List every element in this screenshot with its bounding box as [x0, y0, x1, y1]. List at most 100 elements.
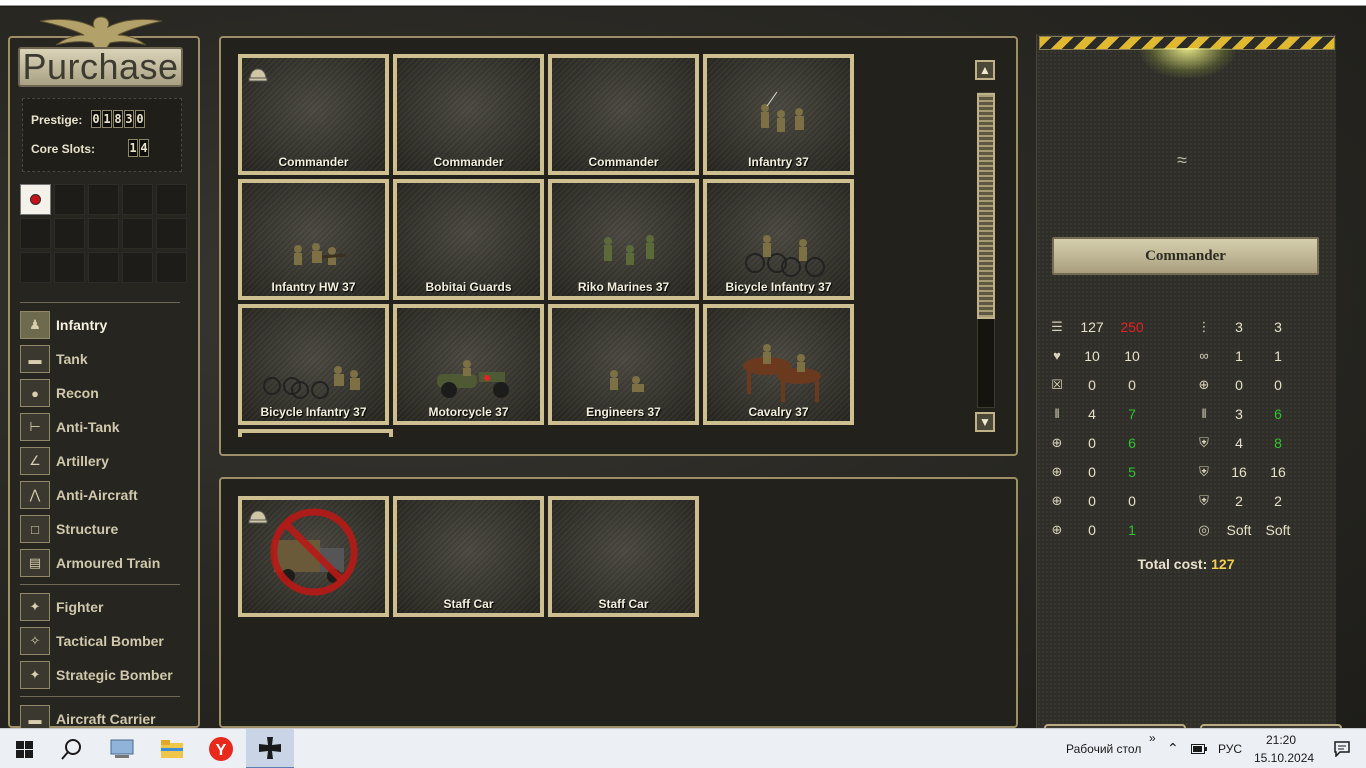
notifications-icon[interactable] — [1318, 729, 1366, 768]
desktop-toolbar-label[interactable]: Рабочий стол — [1066, 742, 1141, 756]
category-label: Structure — [56, 521, 119, 537]
clock-date[interactable]: 15.10.2024 — [1254, 751, 1314, 765]
transport-card[interactable]: Staff Car — [393, 496, 544, 617]
clock-time[interactable]: 21:20 — [1266, 733, 1296, 747]
category-artillery[interactable]: ∠ Artillery — [20, 446, 109, 476]
unit-card[interactable]: Commander — [548, 54, 699, 175]
category-label: Artillery — [56, 453, 109, 469]
stat-fuel: ☒ 0 0 — [1048, 375, 1136, 395]
strategic-bomber-icon: ✦ — [20, 661, 50, 689]
unit-card[interactable]: Commander — [393, 54, 544, 175]
unit-name: Motorcycle 37 — [428, 405, 509, 419]
flag-slot — [122, 184, 153, 215]
stat-value: 0 — [1274, 377, 1282, 393]
stat-value: 0 — [1088, 464, 1096, 480]
unit-card[interactable]: Commander — [238, 54, 389, 175]
total-cost: Total cost: 127 — [1036, 556, 1336, 572]
divider — [20, 584, 180, 585]
category-anti-tank[interactable]: ⊢ Anti-Tank — [20, 412, 120, 442]
flag-slot — [88, 218, 119, 249]
stat-value: 0 — [1088, 435, 1096, 451]
core-slots-digit: 1 — [128, 139, 138, 157]
category-anti-aircraft[interactable]: ⋀ Anti-Aircraft — [20, 480, 138, 510]
soft-attack-icon: ⊕ — [1051, 435, 1063, 450]
prestige-digit: 0 — [91, 110, 101, 128]
stat-hard-attack: ⊕ 0 5 — [1048, 462, 1136, 482]
language-indicator[interactable]: РУС — [1218, 742, 1242, 756]
no-preview-icon: ≈ — [1177, 150, 1187, 170]
coins-icon: ☰ — [1051, 319, 1063, 334]
japan-flag-icon[interactable] — [20, 184, 51, 215]
unit-card[interactable]: Infantry 37 — [703, 54, 854, 175]
flag-slot — [54, 252, 85, 283]
stat-value: 4 — [1088, 406, 1096, 422]
game-icon[interactable] — [246, 729, 294, 768]
flag-slot — [88, 252, 119, 283]
stat-value: 2 — [1274, 493, 1282, 509]
unit-card[interactable]: Riko Marines 37 — [548, 179, 699, 300]
battery-icon[interactable] — [1186, 729, 1212, 768]
category-armoured-train[interactable]: ▤ Armoured Train — [20, 548, 160, 578]
category-infantry[interactable]: ♟ Infantry — [20, 310, 107, 340]
category-label: Tank — [56, 351, 88, 367]
transport-card[interactable]: Staff Car — [548, 496, 699, 617]
unit-name: Infantry 37 — [748, 155, 809, 169]
transport-card[interactable] — [238, 496, 389, 617]
tactical-bomber-icon: ✧ — [20, 627, 50, 655]
ground-defense-icon: ⛨ — [1199, 435, 1209, 450]
artillery-icon: ∠ — [20, 447, 50, 475]
unit-name: Bicycle Infantry 37 — [725, 280, 832, 294]
stat-value: 127 — [1080, 319, 1104, 335]
scrollbar-thumb[interactable] — [977, 93, 995, 319]
eagle-emblem-icon — [39, 16, 163, 49]
unit-name: Commander — [278, 155, 349, 169]
category-tactical-bomber[interactable]: ✧ Tactical Bomber — [20, 626, 164, 656]
stat-ground-defense: ⛨ 4 8 — [1195, 433, 1282, 453]
recon-icon: ● — [20, 379, 50, 407]
category-structure[interactable]: □ Structure — [20, 514, 118, 544]
stat-value: 16 — [1270, 464, 1286, 480]
stat-value: 3 — [1235, 319, 1243, 335]
category-label: Tactical Bomber — [56, 633, 164, 649]
unit-name: Commander — [588, 155, 659, 169]
unit-card[interactable]: Motorcycle 37 — [393, 304, 544, 425]
prestige-digit: 8 — [113, 110, 123, 128]
scroll-down-button[interactable]: ▼ — [975, 412, 995, 432]
category-fighter[interactable]: ✦ Fighter — [20, 592, 103, 622]
unit-card[interactable]: Engineers 37 — [548, 304, 699, 425]
bicycle-infantry-unit-icon — [263, 366, 360, 399]
selected-unit-name: Commander — [1052, 237, 1319, 275]
infantry-unit-icon — [761, 91, 804, 132]
unit-card[interactable]: Infantry HW 37 — [238, 179, 389, 300]
stat-movement: ⋮ 3 3 — [1195, 317, 1282, 337]
naval-attack-icon: ⊕ — [1051, 522, 1063, 537]
start-icon[interactable] — [0, 729, 48, 768]
stat-close-defense: ⛨ 2 2 — [1195, 491, 1282, 511]
category-label: Armoured Train — [56, 555, 161, 571]
chevron-icon[interactable]: » — [1149, 731, 1156, 745]
yandex-browser-icon[interactable]: Y — [197, 729, 245, 768]
close-defense-icon: ⛨ — [1199, 493, 1209, 508]
unit-name: Riko Marines 37 — [577, 280, 670, 294]
system-monitor-icon[interactable] — [98, 729, 146, 768]
search-icon[interactable] — [48, 729, 96, 768]
footsteps-icon: ⋮ — [1197, 319, 1211, 334]
category-recon[interactable]: ● Recon — [20, 378, 99, 408]
stat-value: 3 — [1235, 406, 1243, 422]
scroll-up-button[interactable]: ▲ — [975, 60, 995, 80]
stat-value: 0 — [1088, 522, 1096, 538]
flag-slot — [88, 184, 119, 215]
bicycle-infantry-unit-icon — [745, 235, 825, 277]
windows-taskbar: Y Рабочий стол » ⌃ РУС 21:20 15.10.2024 — [0, 728, 1366, 768]
category-tank[interactable]: ▬ Tank — [20, 344, 88, 374]
file-explorer-icon[interactable] — [148, 729, 196, 768]
stat-value: 6 — [1128, 435, 1136, 451]
tray-expand-icon[interactable]: ⌃ — [1167, 740, 1179, 757]
unit-card[interactable]: Cavalry 37 — [703, 304, 854, 425]
unit-card[interactable]: Bobitai Guards — [393, 179, 544, 300]
unit-card[interactable]: Bicycle Infantry 37 — [703, 179, 854, 300]
unit-card[interactable]: Bicycle Infantry 37 — [238, 304, 389, 425]
category-strategic-bomber[interactable]: ✦ Strategic Bomber — [20, 660, 173, 690]
no-transport-icon — [270, 508, 358, 596]
marines-unit-icon — [604, 235, 654, 265]
